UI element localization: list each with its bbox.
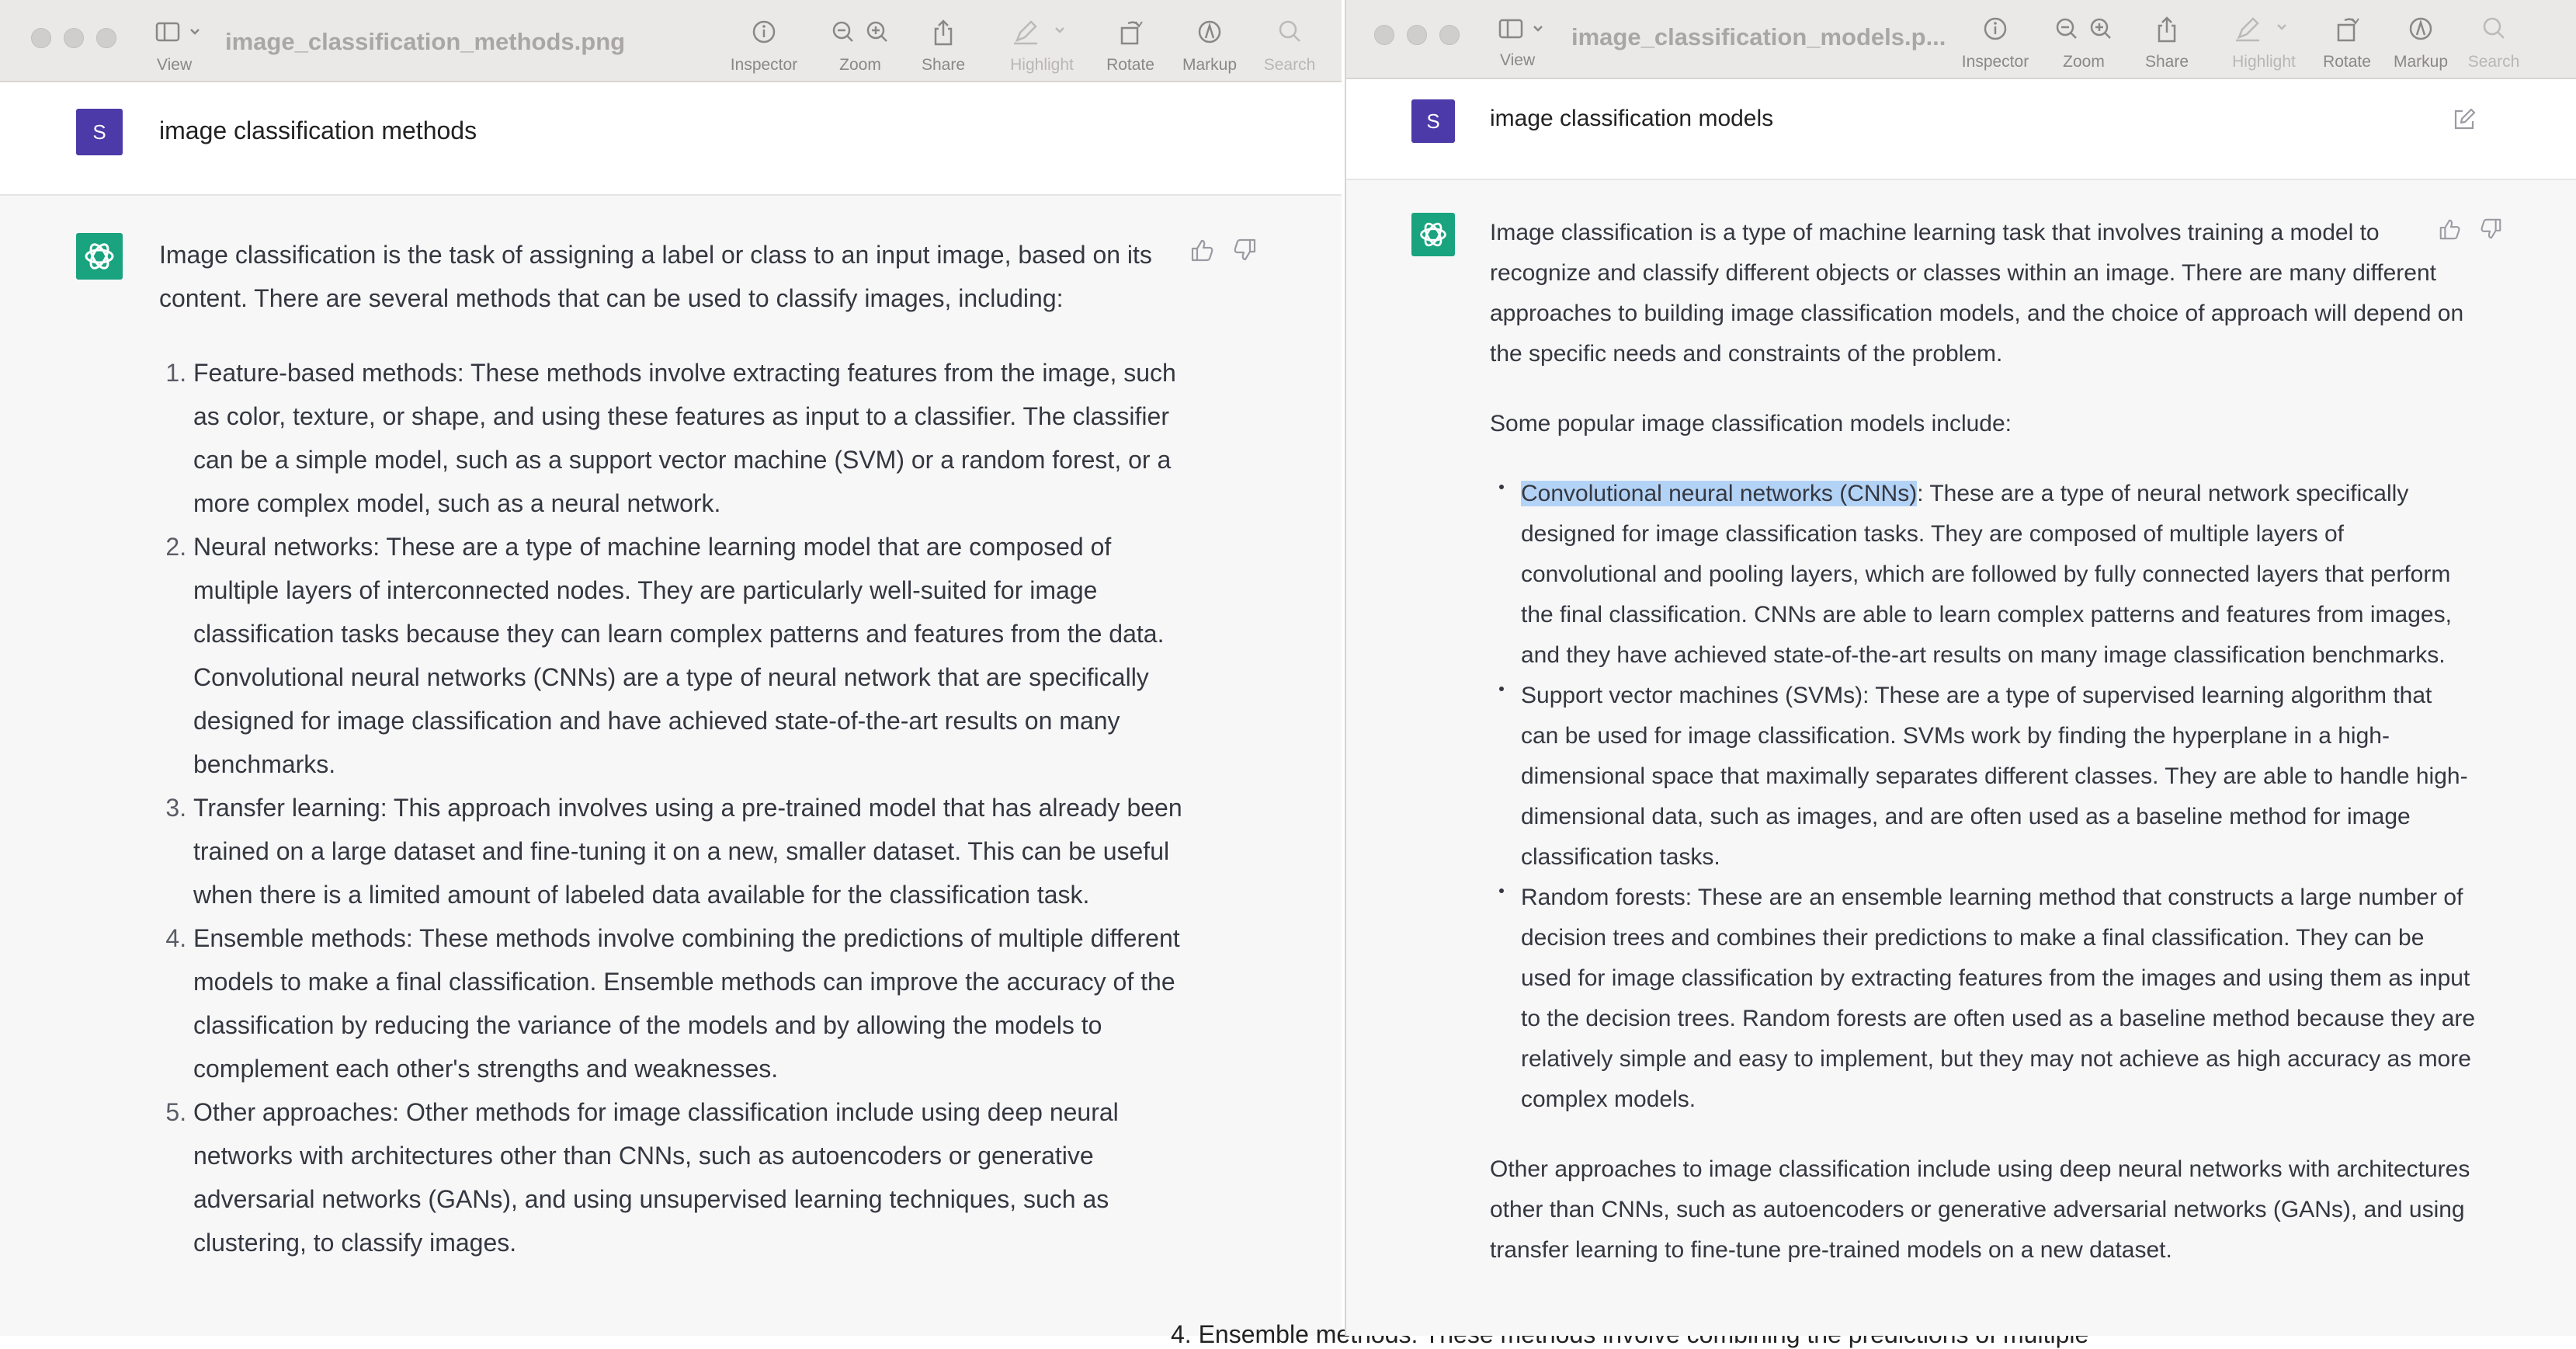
thumbs-down-icon[interactable] (1233, 238, 1258, 262)
view-label: View (157, 56, 193, 74)
edit-icon[interactable] (2452, 107, 2477, 132)
window-controls (31, 28, 116, 48)
list-item: Other approaches: Other methods for imag… (193, 1090, 1184, 1264)
minimize-button[interactable] (1407, 25, 1427, 45)
minimize-button[interactable] (64, 28, 84, 48)
list-item: Neural networks: These are a type of mac… (193, 525, 1184, 786)
markup-button[interactable]: Markup (2387, 12, 2455, 75)
share-button[interactable]: Share (908, 16, 978, 78)
thumbs-up-icon[interactable] (1189, 238, 1214, 262)
user-prompt: image classification models (1490, 106, 1774, 131)
openai-logo-icon (85, 243, 114, 269)
rotate-button[interactable]: Rotate (2314, 12, 2380, 75)
methods-list: Feature-based methods: These methods inv… (159, 351, 1184, 1264)
user-avatar: S (76, 109, 123, 155)
zoom-button[interactable]: Zoom (2045, 12, 2123, 75)
user-message-row: S image classification methods (0, 82, 1342, 196)
answer-intro: Image classification is a type of machin… (1490, 220, 2464, 367)
list-item: Random forests: These are an ensemble le… (1499, 878, 2476, 1120)
preview-window-left: View image_classification_methods.png In… (0, 0, 1342, 1336)
share-icon (2158, 16, 2176, 43)
rotate-icon (1120, 21, 1143, 45)
sidebar-icon (1498, 19, 1543, 39)
zoom-icon (2056, 18, 2111, 39)
title-bar: View image_classification_models.p... In… (1346, 0, 2576, 79)
user-prompt: image classification methods (159, 116, 477, 144)
info-icon (1984, 17, 2007, 40)
chevron-down-icon (1533, 26, 1543, 32)
answer-lead: Some popular image classification models… (1490, 411, 2012, 436)
openai-logo-icon (1420, 222, 1446, 247)
rotate-icon (2337, 18, 2359, 42)
markup-icon (1198, 20, 1221, 43)
markup-button[interactable]: Markup (1174, 16, 1245, 78)
search-icon (1279, 20, 1300, 42)
share-button[interactable]: Share (2132, 12, 2202, 75)
answer-intro: Image classification is the task of assi… (159, 241, 1152, 312)
zoom-window-button[interactable] (96, 28, 116, 48)
window-controls (1374, 25, 1460, 45)
answer-closing: Other approaches to image classification… (1490, 1156, 2470, 1263)
highlight-button[interactable]: Highlight (998, 16, 1085, 78)
image-content: S image classification methods Image cla… (0, 82, 1342, 1336)
list-item: Ensemble methods: These methods involve … (193, 916, 1184, 1090)
close-button[interactable] (31, 28, 51, 48)
thumbs-down-icon[interactable] (2480, 217, 2503, 241)
assistant-avatar (1411, 213, 1455, 256)
zoom-window-button[interactable] (1439, 25, 1460, 45)
window-title: image_classification_methods.png (225, 28, 626, 55)
info-icon (752, 20, 776, 43)
chevron-down-icon (190, 29, 200, 35)
preview-window-right: View image_classification_models.p... In… (1345, 0, 2576, 1336)
assistant-answer: Image classification is a type of machin… (1490, 213, 2476, 1271)
list-item: Support vector machines (SVMs): These ar… (1499, 676, 2476, 878)
title-bar: View image_classification_methods.png In… (0, 0, 1342, 82)
selected-text: Convolutional neural networks (CNNs) (1521, 481, 1918, 506)
assistant-answer: Image classification is the task of assi… (159, 233, 1184, 1264)
inspector-button[interactable]: Inspector (1958, 12, 2033, 75)
user-message-row: S image classification models (1346, 79, 2576, 180)
list-item: Transfer learning: This approach involve… (193, 786, 1184, 916)
close-button[interactable] (1374, 25, 1394, 45)
list-item: Feature-based methods: These methods inv… (193, 351, 1184, 525)
list-item: Convolutional neural networks (CNNs): Th… (1499, 474, 2476, 676)
models-list: Convolutional neural networks (CNNs): Th… (1490, 474, 2476, 1120)
rotate-button[interactable]: Rotate (1095, 16, 1166, 78)
assistant-avatar (76, 233, 123, 280)
highlight-button[interactable]: Highlight (2220, 12, 2307, 75)
search-button[interactable]: Search (2461, 12, 2526, 75)
feedback-buttons (2438, 217, 2503, 241)
thumbs-up-icon[interactable] (2438, 217, 2461, 241)
user-avatar: S (1411, 99, 1455, 143)
view-label: View (1500, 51, 1536, 69)
share-icon (934, 19, 953, 46)
search-button[interactable]: Search (1255, 16, 1324, 78)
highlight-icon (2236, 17, 2286, 42)
zoom-icon (832, 21, 887, 42)
inspector-button[interactable]: Inspector (727, 16, 801, 78)
zoom-button[interactable]: Zoom (821, 16, 899, 78)
highlight-icon (1014, 20, 1064, 45)
markup-icon (2409, 17, 2432, 40)
feedback-buttons (1189, 238, 1258, 262)
window-title: image_classification_models.p... (1571, 23, 1946, 50)
search-icon (2483, 17, 2505, 39)
sidebar-icon (155, 22, 200, 42)
image-content: S image classification models Image clas… (1346, 79, 2576, 1336)
